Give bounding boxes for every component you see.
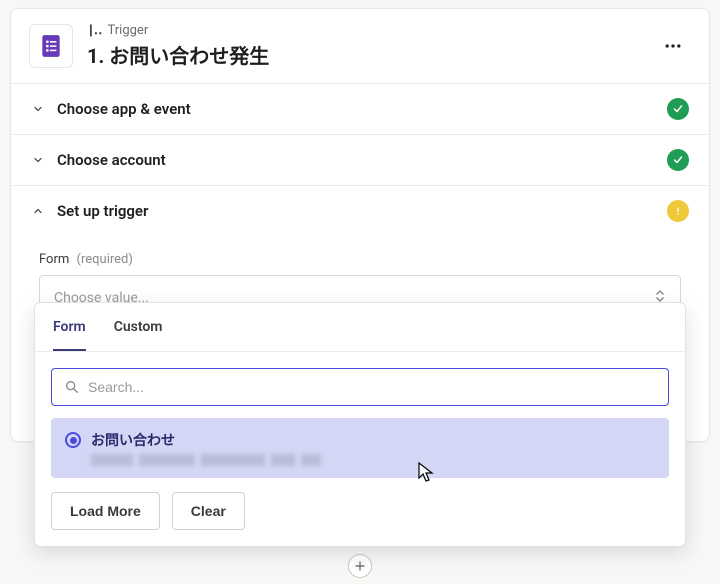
exclamation-icon — [672, 205, 684, 217]
form-option[interactable]: お問い合わせ — [51, 418, 669, 478]
header-type-row: |‥ Trigger — [87, 23, 655, 38]
section-choose-app[interactable]: Choose app & event — [11, 84, 709, 135]
google-forms-icon — [29, 24, 73, 68]
status-complete-badge — [667, 149, 689, 171]
form-field-label: Form (required) — [39, 252, 681, 267]
step-title: 1. お問い合わせ発生 — [87, 40, 655, 69]
form-dropdown-panel: Form Custom お問い合わせ Load More Clear — [34, 302, 686, 547]
section-choose-account[interactable]: Choose account — [11, 135, 709, 186]
load-more-button[interactable]: Load More — [51, 492, 160, 530]
section-setup-trigger[interactable]: Set up trigger — [11, 186, 709, 236]
section-label: Set up trigger — [57, 202, 667, 220]
section-label: Choose app & event — [57, 100, 667, 118]
tab-custom[interactable]: Custom — [114, 303, 163, 351]
status-incomplete-badge — [667, 200, 689, 222]
plus-icon — [353, 559, 367, 573]
chevron-down-icon — [31, 153, 45, 167]
dropdown-tabs: Form Custom — [35, 303, 685, 352]
tab-form[interactable]: Form — [53, 303, 86, 351]
step-type-label: Trigger — [107, 23, 148, 38]
search-field-wrap[interactable] — [51, 368, 669, 406]
field-label-text: Form — [39, 252, 69, 267]
radio-selected-icon — [65, 432, 81, 448]
dropdown-body: お問い合わせ Load More Clear — [35, 352, 685, 546]
step-header: |‥ Trigger 1. お問い合わせ発生 — [11, 9, 709, 84]
clear-button[interactable]: Clear — [172, 492, 245, 530]
header-text: |‥ Trigger 1. お問い合わせ発生 — [87, 23, 655, 69]
check-icon — [672, 103, 684, 115]
field-required-text: (required) — [77, 252, 133, 267]
dropdown-actions: Load More Clear — [51, 492, 669, 530]
check-icon — [672, 154, 684, 166]
more-icon — [663, 36, 683, 56]
chevron-up-icon — [31, 204, 45, 218]
add-step-button[interactable] — [348, 554, 372, 578]
section-label: Choose account — [57, 151, 667, 169]
option-title: お問い合わせ — [91, 430, 655, 450]
status-complete-badge — [667, 98, 689, 120]
chevron-down-icon — [31, 102, 45, 116]
search-input[interactable] — [88, 379, 656, 395]
step-spacer-icon: |‥ — [87, 23, 101, 38]
search-icon — [64, 379, 80, 395]
option-text: お問い合わせ — [91, 430, 655, 466]
more-button[interactable] — [655, 28, 691, 64]
option-subtitle-redacted — [91, 454, 655, 466]
